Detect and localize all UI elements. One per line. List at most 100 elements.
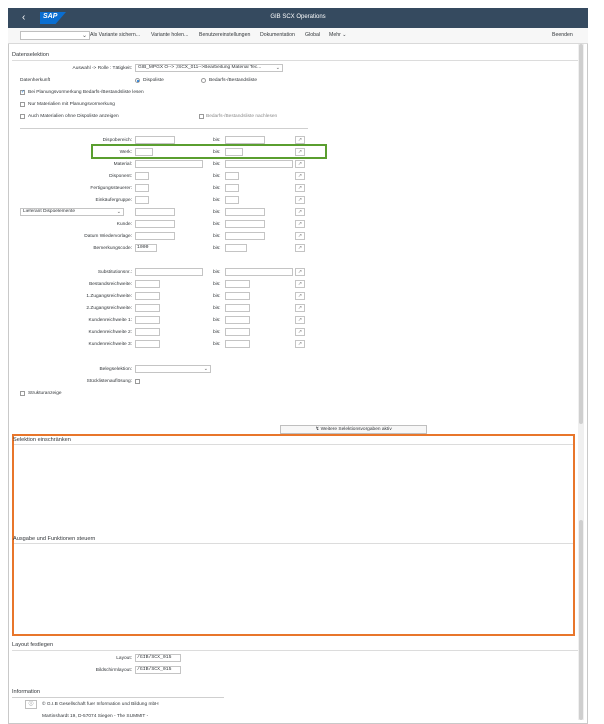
datenherkunft-label: Datenherkunft [20,78,51,83]
bemerkungscode-from-input[interactable]: 1000 [135,244,157,252]
zugangsreichweite2-from-input[interactable] [135,304,160,312]
dispobereich-from-input[interactable] [135,136,175,144]
multiple-selection-icon[interactable]: ↗ [295,340,305,348]
disponent-to-input[interactable] [225,172,239,180]
field-label-datum: Datum Wiedervorlage: [84,234,132,239]
checkbox-ohne-dispoliste[interactable] [20,114,25,119]
radio-dispoliste[interactable] [135,78,140,83]
fertigungssteuerer-from-input[interactable] [135,184,149,192]
chevron-down-icon: ⌄ [116,209,121,215]
field-label-bestandsreichweite: Bestandsreichweite: [89,282,132,287]
divider [12,697,224,698]
multiple-selection-icon[interactable]: ↗ [295,328,305,336]
global-button[interactable]: Global [305,32,320,38]
fertigungssteuerer-to-input[interactable] [225,184,239,192]
einkaeufergruppe-from-input[interactable] [135,196,149,204]
checkbox-planungsvormerkung[interactable] [20,89,25,95]
checkbox-strukturanzeige[interactable] [20,391,25,396]
material-from-input[interactable] [135,160,203,168]
more-button[interactable]: Mehr ⌄ [329,32,347,38]
field-label-zugangsreichweite-1: 1.Zugangsreichweite: [86,294,132,299]
radio-bedarfsliste[interactable] [201,78,206,83]
field-label-disponent: Disponent: [109,174,132,179]
checkbox-nur-materialien[interactable] [20,102,25,107]
lieferant-dropdown[interactable]: Lieferant Dispoelemente ⌄ [20,208,124,216]
bestandsreichweite-from-input[interactable] [135,280,160,288]
lieferant-to-input[interactable] [225,208,265,216]
checkbox-label: Nur Materialien mit Planungsvormerkung [28,102,115,107]
field-label-kundenreichweite-2: Kundenreichweite 2: [88,330,132,335]
kunde-from-input[interactable] [135,220,175,228]
dispobereich-to-input[interactable] [225,136,265,144]
user-settings-button[interactable]: Benutzereinstellungen [199,32,250,38]
kundenreichweite2-from-input[interactable] [135,328,160,336]
belegselektion-label: Belegselektion: [99,367,132,372]
bis-label: bis: [213,210,221,215]
multiple-selection-icon[interactable]: ↗ [295,244,305,252]
bestandsreichweite-to-input[interactable] [225,280,250,288]
kundenreichweite2-to-input[interactable] [225,328,250,336]
lieferant-from-input[interactable] [135,208,175,216]
layout-input[interactable]: /GIB/SCX_015 [135,654,181,662]
divider [12,60,578,61]
einkaeufergruppe-to-input[interactable] [225,196,239,204]
multiple-selection-icon[interactable]: ↗ [295,136,305,144]
role-dropdown[interactable]: GIB_MPGX O--> ;/SCX_011-->Bearbeitung Ma… [135,64,283,72]
multiple-selection-icon[interactable]: ↗ [295,232,305,240]
shell-bar: ‹ SAP GIB SCX Operations [8,8,588,28]
exit-button[interactable]: Beenden [552,32,573,38]
checkbox-nachlesen[interactable] [199,114,204,119]
bis-label: bis: [213,246,221,251]
zugangsreichweite2-to-input[interactable] [225,304,250,312]
kundenreichweite1-to-input[interactable] [225,316,250,324]
bis-label: bis: [213,138,221,143]
info-icon[interactable]: ⓘ [25,700,37,709]
multiple-selection-icon[interactable]: ↗ [295,172,305,180]
multiple-selection-icon[interactable]: ↗ [295,160,305,168]
datum-to-input[interactable] [225,232,265,240]
divider [14,543,573,544]
belegselektion-dropdown[interactable]: ⌄ [135,365,211,373]
scrollbar-thumb-lower[interactable] [579,520,583,720]
kundenreichweite3-from-input[interactable] [135,340,160,348]
material-to-input[interactable] [225,160,293,168]
variant-select[interactable]: ⌄ [20,31,90,40]
app-title: GIB SCX Operations [270,14,326,20]
more-selections-button[interactable]: ↯ Weitere Selektionsvorgaben aktiv [280,425,427,434]
kunde-to-input[interactable] [225,220,265,228]
documentation-button[interactable]: Dokumentation [260,32,295,38]
screen-layout-label: Bildschirmlayout: [95,668,132,673]
multiple-selection-icon[interactable]: ↗ [295,316,305,324]
scrollbar-thumb[interactable] [579,44,583,424]
kundenreichweite3-to-input[interactable] [225,340,250,348]
bis-label: bis: [213,270,221,275]
screen-layout-input[interactable]: /GIB/SCX_015 [135,666,181,674]
disponent-from-input[interactable] [135,172,149,180]
stuecklisten-label: Stücklistenauflösung: [86,379,132,384]
multiple-selection-icon[interactable]: ↗ [295,208,305,216]
get-variant-button[interactable]: Variante holen... [151,32,188,38]
bemerkungscode-to-input[interactable] [225,244,247,252]
info-line-1: © G.I.B Gesellschaft fuer Information un… [42,702,159,707]
multiple-selection-icon[interactable]: ↗ [295,268,305,276]
multiple-selection-icon[interactable]: ↗ [295,292,305,300]
save-variant-button[interactable]: Als Variante sichern... [90,32,140,38]
zugangsreichweite1-from-input[interactable] [135,292,160,300]
field-label-bemerkungscode: Bemerkungscode: [93,246,132,251]
chevron-down-icon: ⌄ [81,33,87,39]
multiple-selection-icon[interactable]: ↗ [295,196,305,204]
field-label-kundenreichweite-3: Kundenreichweite 3: [88,342,132,347]
kundenreichweite1-from-input[interactable] [135,316,160,324]
highlight-werk-row [91,144,327,159]
datum-from-input[interactable] [135,232,175,240]
bis-label: bis: [213,342,221,347]
substitutionsnr-from-input[interactable] [135,268,203,276]
multiple-selection-icon[interactable]: ↗ [295,280,305,288]
zugangsreichweite1-to-input[interactable] [225,292,250,300]
multiple-selection-icon[interactable]: ↗ [295,184,305,192]
info-line-2: Martinshardt 19, D-57074 Siegen - The SU… [42,714,149,719]
multiple-selection-icon[interactable]: ↗ [295,220,305,228]
multiple-selection-icon[interactable]: ↗ [295,304,305,312]
checkbox-stuecklisten[interactable] [135,379,140,384]
substitutionsnr-to-input[interactable] [225,268,293,276]
